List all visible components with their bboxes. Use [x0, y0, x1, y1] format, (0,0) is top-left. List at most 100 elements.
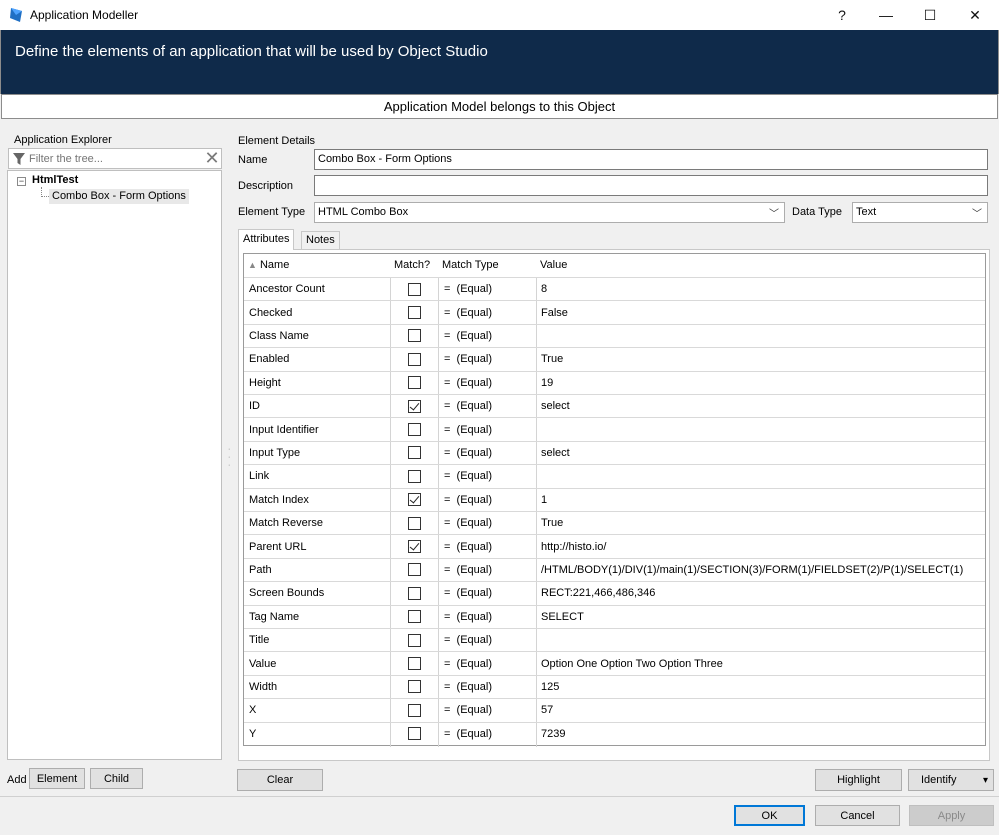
match-checkbox[interactable]: [408, 446, 421, 460]
table-row[interactable]: Tag Name = (Equal) SELECT: [244, 604, 985, 628]
value-cell[interactable]: True: [541, 512, 981, 534]
match-checkbox[interactable]: [408, 493, 421, 507]
match-type-cell[interactable]: = (Equal): [444, 489, 534, 511]
match-type-cell[interactable]: = (Equal): [444, 582, 534, 604]
match-type-cell[interactable]: = (Equal): [444, 559, 534, 581]
match-type-cell[interactable]: = (Equal): [444, 442, 534, 464]
table-row[interactable]: Path = (Equal) /HTML/BODY(1)/DIV(1)/main(1…: [244, 557, 985, 581]
match-checkbox[interactable]: [408, 399, 421, 413]
match-checkbox[interactable]: [408, 329, 421, 343]
value-cell[interactable]: Option One Option Two Option Three: [541, 652, 981, 674]
ok-button[interactable]: OK: [734, 805, 805, 826]
match-checkbox[interactable]: [408, 352, 421, 366]
match-checkbox[interactable]: [408, 727, 421, 741]
match-type-cell[interactable]: = (Equal): [444, 348, 534, 370]
match-type-cell[interactable]: = (Equal): [444, 606, 534, 628]
match-type-cell[interactable]: = (Equal): [444, 699, 534, 721]
match-checkbox[interactable]: [408, 306, 421, 320]
highlight-button[interactable]: Highlight: [815, 769, 902, 791]
match-checkbox[interactable]: [408, 469, 421, 483]
match-checkbox[interactable]: [408, 657, 421, 671]
table-row[interactable]: Title = (Equal): [244, 628, 985, 651]
filter-tree-input[interactable]: [29, 150, 199, 167]
value-cell[interactable]: SELECT: [541, 606, 981, 628]
table-row[interactable]: Match Reverse = (Equal) True: [244, 511, 985, 534]
panel-splitter[interactable]: · · ·: [228, 446, 231, 470]
match-type-cell[interactable]: = (Equal): [444, 325, 534, 347]
table-row[interactable]: Width = (Equal) 125: [244, 674, 985, 698]
apply-button[interactable]: Apply: [909, 805, 994, 826]
minimize-button[interactable]: —: [864, 0, 908, 30]
table-row[interactable]: Checked = (Equal) False: [244, 300, 985, 323]
table-row[interactable]: Link = (Equal): [244, 464, 985, 487]
value-cell[interactable]: [541, 465, 981, 487]
table-row[interactable]: Class Name = (Equal): [244, 323, 985, 347]
tree-expander-icon[interactable]: −: [17, 177, 26, 186]
match-type-cell[interactable]: = (Equal): [444, 629, 534, 651]
value-cell[interactable]: 1: [541, 489, 981, 511]
match-type-cell[interactable]: = (Equal): [444, 676, 534, 698]
match-checkbox[interactable]: [408, 540, 421, 554]
match-checkbox[interactable]: [408, 633, 421, 647]
maximize-button[interactable]: ☐: [908, 0, 952, 30]
match-type-cell[interactable]: = (Equal): [444, 278, 534, 300]
table-row[interactable]: Parent URL = (Equal) http://histo.io/: [244, 534, 985, 557]
match-type-cell[interactable]: = (Equal): [444, 465, 534, 487]
value-cell[interactable]: [541, 325, 981, 347]
value-cell[interactable]: select: [541, 442, 981, 464]
add-element-button[interactable]: Element: [29, 768, 85, 789]
match-checkbox[interactable]: [408, 586, 421, 600]
match-checkbox[interactable]: [408, 563, 421, 577]
match-checkbox[interactable]: [408, 376, 421, 390]
clear-button[interactable]: Clear: [237, 769, 323, 791]
match-type-cell[interactable]: = (Equal): [444, 535, 534, 557]
table-row[interactable]: Input Identifier = (Equal): [244, 417, 985, 440]
clear-filter-icon[interactable]: ✕: [203, 149, 221, 168]
table-row[interactable]: ID = (Equal) select: [244, 394, 985, 417]
element-type-select[interactable]: HTML Combo Box ﹀: [314, 202, 785, 223]
match-checkbox[interactable]: [408, 703, 421, 717]
match-type-cell[interactable]: = (Equal): [444, 301, 534, 323]
name-input[interactable]: Combo Box - Form Options: [314, 149, 988, 170]
value-cell[interactable]: True: [541, 348, 981, 370]
table-row[interactable]: Match Index = (Equal) 1: [244, 487, 985, 511]
value-cell[interactable]: 19: [541, 372, 981, 394]
value-cell[interactable]: False: [541, 301, 981, 323]
match-checkbox[interactable]: [408, 423, 421, 437]
table-row[interactable]: Input Type = (Equal) select: [244, 440, 985, 464]
match-checkbox[interactable]: [408, 516, 421, 530]
identify-button[interactable]: Identify ▾: [908, 769, 994, 791]
table-row[interactable]: X = (Equal) 57: [244, 698, 985, 721]
match-checkbox[interactable]: [408, 610, 421, 624]
value-cell[interactable]: select: [541, 395, 981, 417]
tree-root-item[interactable]: HtmlTest: [32, 174, 78, 186]
table-row[interactable]: Screen Bounds = (Equal) RECT:221,466,486,3…: [244, 581, 985, 604]
tab-attributes[interactable]: Attributes: [238, 229, 295, 250]
close-button[interactable]: ✕: [953, 0, 997, 30]
match-checkbox[interactable]: [408, 282, 421, 296]
value-cell[interactable]: [541, 629, 981, 651]
cancel-button[interactable]: Cancel: [815, 805, 900, 826]
table-row[interactable]: Y = (Equal) 7239: [244, 721, 985, 745]
value-cell[interactable]: RECT:221,466,486,346: [541, 582, 981, 604]
match-type-cell[interactable]: = (Equal): [444, 418, 534, 440]
value-cell[interactable]: 7239: [541, 723, 981, 745]
column-header-match[interactable]: Match?: [394, 254, 440, 277]
table-row[interactable]: Value = (Equal) Option One Option Two Opti…: [244, 651, 985, 674]
match-type-cell[interactable]: = (Equal): [444, 512, 534, 534]
value-cell[interactable]: 8: [541, 278, 981, 300]
match-type-cell[interactable]: = (Equal): [444, 652, 534, 674]
tree-child-item[interactable]: Combo Box - Form Options: [49, 189, 189, 204]
match-checkbox[interactable]: [408, 680, 421, 694]
value-cell[interactable]: 125: [541, 676, 981, 698]
value-cell[interactable]: 57: [541, 699, 981, 721]
add-child-button[interactable]: Child: [90, 768, 143, 789]
column-header-value[interactable]: Value: [540, 254, 980, 277]
value-cell[interactable]: http://histo.io/: [541, 535, 981, 557]
table-row[interactable]: Enabled = (Equal) True: [244, 347, 985, 370]
table-row[interactable]: Height = (Equal) 19: [244, 370, 985, 394]
column-header-match-type[interactable]: Match Type: [442, 254, 536, 277]
tab-notes[interactable]: Notes: [301, 231, 340, 249]
value-cell[interactable]: [541, 418, 981, 440]
match-type-cell[interactable]: = (Equal): [444, 372, 534, 394]
